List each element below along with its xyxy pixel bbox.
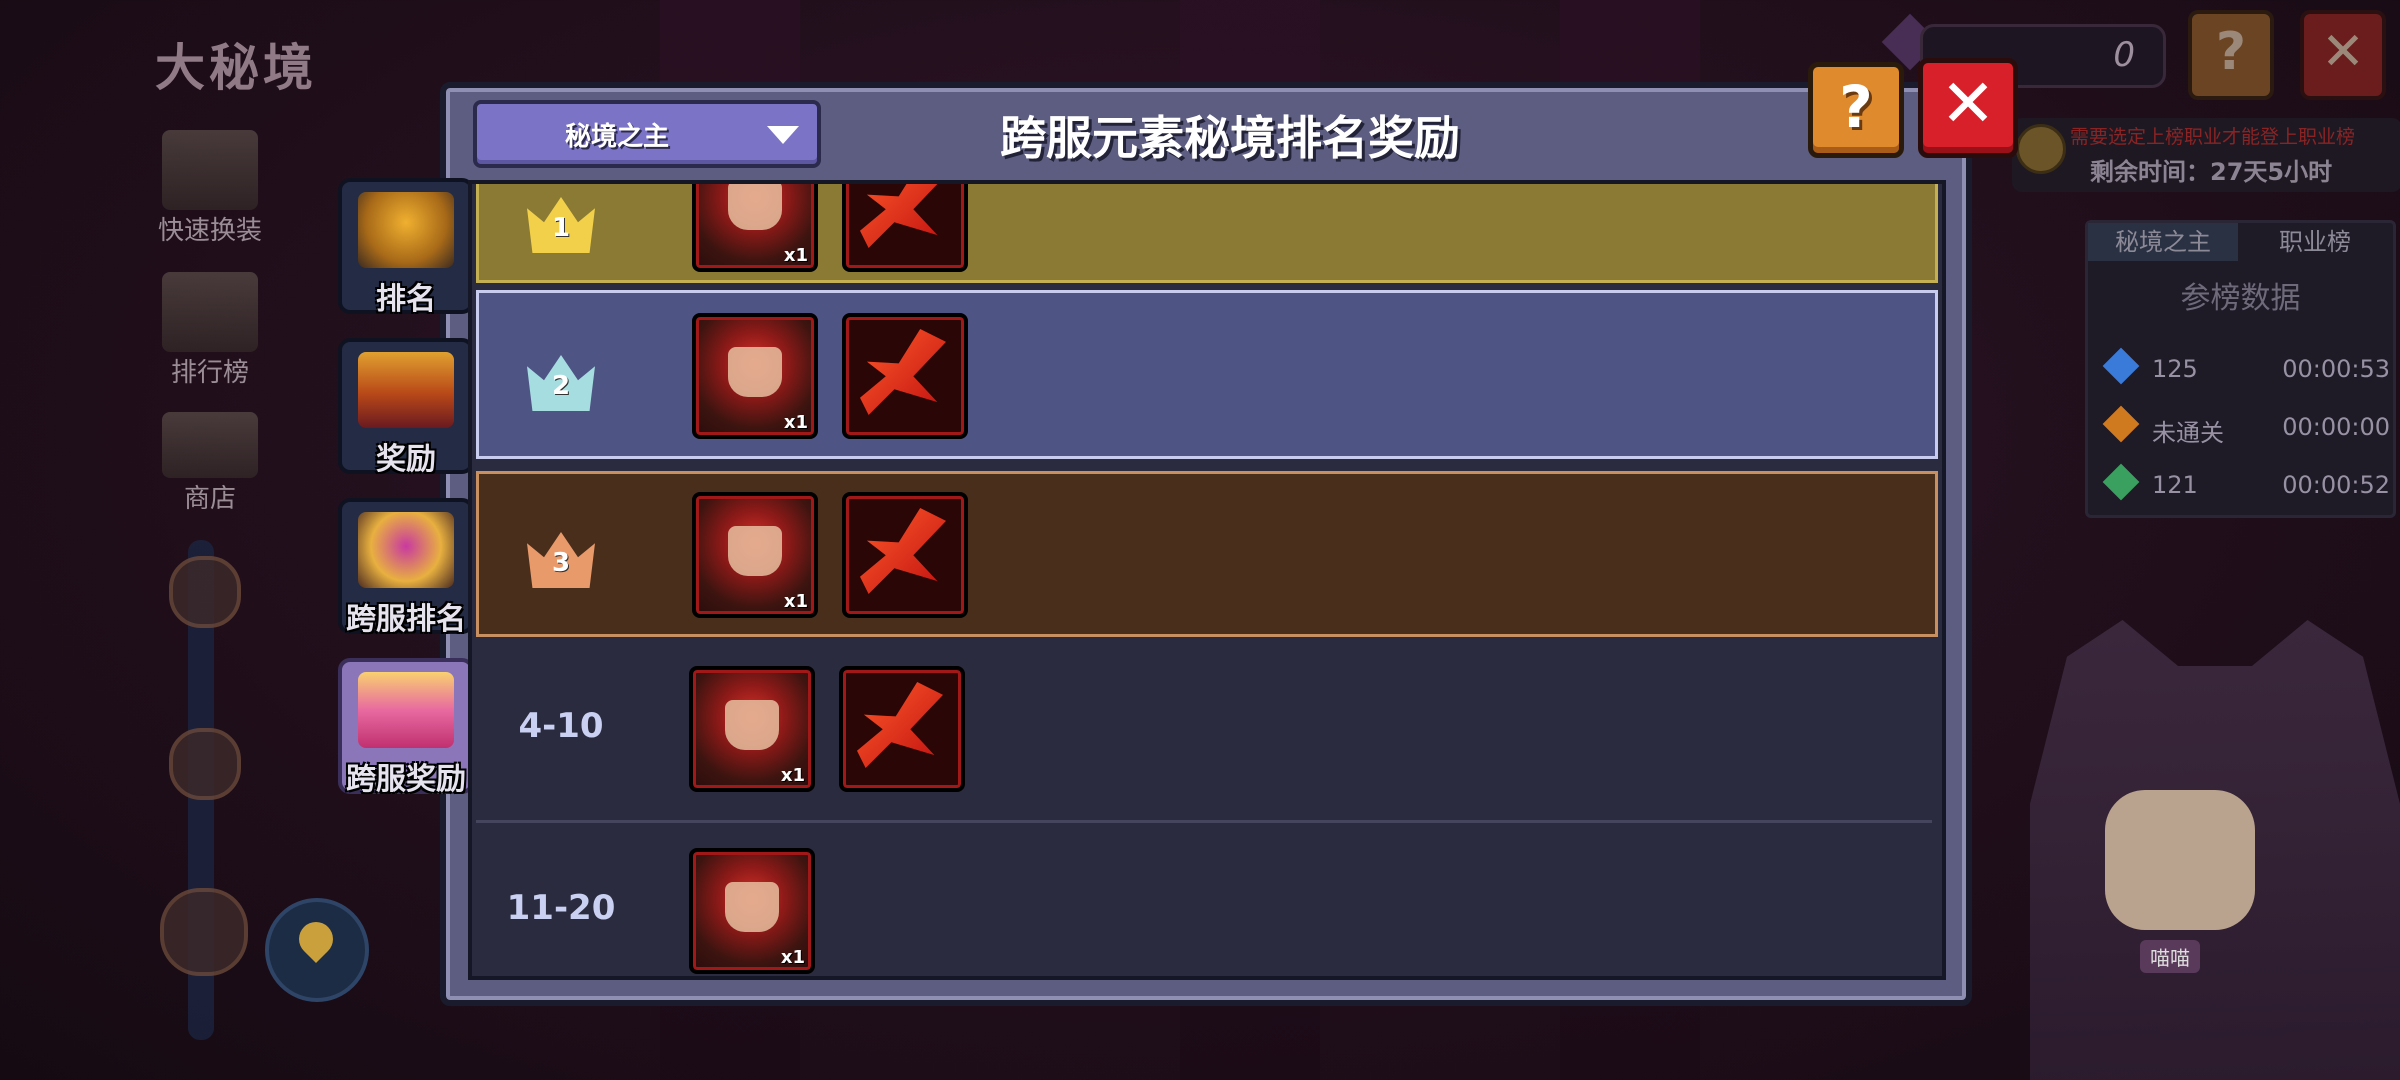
category-dropdown[interactable]: 秘境之主	[473, 100, 821, 168]
bg-close-button[interactable]: ✕	[2300, 10, 2386, 100]
reward-row-rank-11-20: 11-20 x1	[476, 828, 1932, 976]
tab-label: 排名	[376, 282, 436, 317]
trophy-icon	[358, 192, 454, 268]
armor-icon	[162, 130, 258, 210]
weapon-reward-icon[interactable]	[842, 313, 968, 439]
remaining-time: 剩余时间：27天5小时	[2090, 158, 2333, 186]
tab-cross-server-rewards[interactable]: 跨服奖励	[338, 658, 474, 797]
reward-quantity: x1	[780, 947, 805, 968]
question-icon: ?	[1839, 73, 1873, 141]
weapon-reward-icon[interactable]	[839, 666, 965, 792]
cross-server-chest-icon	[358, 672, 454, 748]
chest-icon	[358, 352, 454, 428]
trophy-icon	[162, 272, 258, 352]
close-button[interactable]: ✕	[1918, 58, 2018, 158]
stats-value: 125	[2152, 355, 2198, 383]
tab-realm-master[interactable]: 秘境之主	[2088, 223, 2238, 261]
bg-menu-shop[interactable]: 商店	[130, 412, 290, 515]
water-element-icon	[2102, 347, 2140, 385]
bg-menu-label: 排行榜	[170, 358, 249, 388]
question-icon: ?	[2215, 22, 2247, 82]
close-icon: ✕	[1940, 65, 1996, 142]
tab-ranking[interactable]: 排名	[338, 178, 474, 317]
location-pin-icon[interactable]	[265, 898, 369, 1002]
wind-element-icon	[2102, 463, 2140, 501]
npc-name-label: 喵喵	[2140, 940, 2200, 973]
stats-time: 00:00:00	[2282, 413, 2390, 441]
hero-reward-icon[interactable]: x1	[692, 184, 818, 272]
stats-value: 未通关	[2152, 419, 2224, 447]
tab-class-board[interactable]: 职业榜	[2240, 223, 2390, 261]
hero-reward-icon[interactable]: x1	[689, 848, 815, 974]
weapon-reward-icon[interactable]	[842, 492, 968, 618]
silver-crown-icon: 2	[527, 355, 595, 415]
reward-quantity: x1	[783, 245, 808, 266]
gold-crown-icon: 1	[527, 197, 595, 257]
rank-number: 2	[551, 371, 571, 401]
rail-node	[169, 728, 241, 800]
rank-number: 1	[551, 213, 571, 243]
stopwatch-icon	[2016, 124, 2066, 174]
stats-time: 00:00:53	[2282, 355, 2390, 383]
stats-panel: 秘境之主 职业榜 参榜数据 125 00:00:53 未通关 00:00:00 …	[2085, 220, 2396, 518]
close-icon: ✕	[2321, 22, 2365, 82]
weapon-reward-icon[interactable]	[842, 184, 968, 272]
rank-number: 3	[551, 548, 571, 578]
rank-range: 11-20	[506, 888, 616, 928]
page-title: 大秘境	[155, 39, 317, 97]
hero-reward-icon[interactable]: x1	[692, 313, 818, 439]
stats-row: 125 00:00:53	[2100, 345, 2390, 395]
stats-row: 未通关 00:00:00	[2100, 403, 2390, 453]
bg-menu-label: 商店	[183, 484, 236, 514]
bronze-crown-icon: 3	[527, 532, 595, 592]
rail-node	[169, 556, 241, 628]
class-notice: 需要选定上榜职业才能登上职业榜	[2070, 126, 2356, 148]
modal-title: 跨服元素秘境排名奖励	[1000, 111, 1460, 165]
stats-value: 121	[2152, 471, 2198, 499]
bg-menu-label: 快速换装	[157, 216, 262, 246]
tab-cross-server-ranking[interactable]: 跨服排名	[338, 498, 474, 637]
reward-quantity: x1	[783, 412, 808, 433]
dropdown-value: 秘境之主	[564, 122, 669, 152]
chevron-down-icon	[767, 126, 799, 144]
reward-quantity: x1	[783, 591, 808, 612]
currency-value: 0	[2113, 35, 2135, 75]
npc-character[interactable]	[2105, 790, 2255, 930]
stats-title: 参榜数据	[2180, 281, 2301, 316]
shop-icon	[162, 412, 258, 478]
reward-list[interactable]: 1 x1 2 x1 3 x1 4-10 x1 11-20 x1	[468, 180, 1946, 980]
reward-row-rank-3: 3 x1	[476, 471, 1938, 637]
fire-element-icon	[2102, 405, 2140, 443]
hero-reward-icon[interactable]: x1	[692, 492, 818, 618]
reward-row-rank-2: 2 x1	[476, 290, 1938, 459]
bg-menu-leaderboard[interactable]: 排行榜	[130, 272, 290, 389]
stats-time: 00:00:52	[2282, 471, 2390, 499]
reward-row-rank-4-10: 4-10 x1	[476, 646, 1932, 823]
cross-server-trophy-icon	[358, 512, 454, 588]
hero-reward-icon[interactable]: x1	[689, 666, 815, 792]
tab-label: 跨服排名	[346, 602, 466, 637]
tab-rewards[interactable]: 奖励	[338, 338, 474, 477]
help-button[interactable]: ?	[1808, 62, 1904, 158]
reward-quantity: x1	[780, 765, 805, 786]
rank-range: 4-10	[518, 706, 604, 746]
bg-help-button[interactable]: ?	[2188, 10, 2274, 100]
stats-row: 121 00:00:52	[2100, 461, 2390, 511]
tab-label: 奖励	[376, 442, 436, 477]
reward-row-rank-1: 1 x1	[476, 184, 1938, 283]
bg-menu-quick-equip[interactable]: 快速换装	[130, 130, 290, 247]
tab-label: 跨服奖励	[346, 762, 466, 797]
rail-boss-node	[160, 888, 248, 976]
